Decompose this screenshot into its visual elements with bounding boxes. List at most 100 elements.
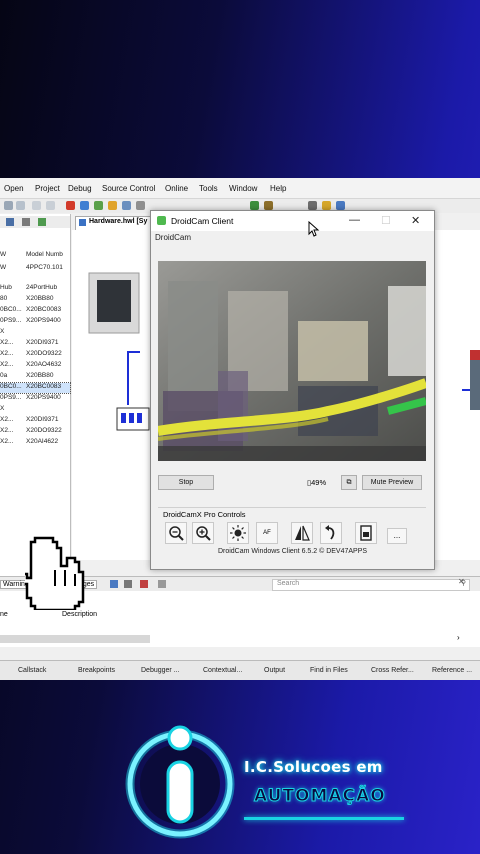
- maximize-button[interactable]: ☐: [381, 214, 391, 227]
- list-item[interactable]: 0BC0... X20BC0083: [0, 306, 70, 316]
- close-button[interactable]: ✕: [411, 214, 420, 227]
- menu-online[interactable]: Online: [165, 184, 188, 193]
- delete-icon[interactable]: [66, 201, 75, 210]
- list-item[interactable]: 0PS9... X20PS9400: [0, 317, 70, 327]
- menu-debug[interactable]: Debug: [68, 184, 92, 193]
- tab-contextual[interactable]: Contextual...: [203, 667, 242, 674]
- toolbar-icon[interactable]: [124, 580, 132, 588]
- menu-open[interactable]: Open: [4, 184, 24, 193]
- undo-icon[interactable]: [32, 201, 41, 210]
- toolbar-icon[interactable]: [80, 201, 89, 210]
- video-preview: [158, 261, 426, 461]
- menu-window[interactable]: Window: [229, 184, 257, 193]
- list-item[interactable]: X: [0, 405, 70, 415]
- tab-cross-reference[interactable]: Cross Refer...: [371, 667, 414, 674]
- toolbar-icon[interactable]: [22, 218, 30, 226]
- mirror-icon: [295, 525, 310, 541]
- droidcam-window: DroidCam Client — ☐ ✕ DroidCam Stop ▯49%…: [150, 210, 435, 570]
- menu-help[interactable]: Help: [270, 184, 286, 193]
- horizontal-scrollbar[interactable]: [0, 635, 150, 643]
- list-item[interactable]: 80 X20BB80: [0, 295, 70, 305]
- close-icon[interactable]: ✕: [458, 577, 465, 586]
- toolbar-icon[interactable]: [16, 201, 25, 210]
- pro-controls-label: DroidCamX Pro Controls: [163, 510, 246, 519]
- toolbar-icon[interactable]: [136, 201, 145, 210]
- save-image-button[interactable]: [355, 522, 377, 544]
- search-input[interactable]: Search ⚲: [272, 579, 470, 591]
- toolbar-icon[interactable]: [322, 201, 331, 210]
- zoom-out-button[interactable]: [165, 522, 187, 544]
- list-item[interactable]: X2... X20AI4622: [0, 438, 70, 448]
- clear-icon[interactable]: [140, 580, 148, 588]
- toolbar-icon[interactable]: [110, 580, 118, 588]
- menu-tools[interactable]: Tools: [199, 184, 218, 193]
- toolbar-icon[interactable]: [336, 201, 345, 210]
- toolbar-icon[interactable]: [158, 580, 166, 588]
- droidcam-app-icon: [157, 216, 166, 225]
- device-led: [470, 350, 480, 360]
- logo-text-line1: I.C.Solucoes em: [244, 758, 383, 776]
- mirror-button[interactable]: [291, 522, 313, 544]
- tab-callstack[interactable]: Callstack: [18, 667, 46, 674]
- rotate-button[interactable]: [320, 522, 342, 544]
- pro-controls-group: DroidCamX Pro Controls AF ...: [158, 507, 426, 548]
- footer-text: DroidCam Windows Client 6.5.2 © DEV47APP…: [217, 548, 368, 555]
- menu-bar: Open Project Debug Source Control Online…: [0, 178, 480, 199]
- tab-breakpoints[interactable]: Breakpoints: [78, 667, 115, 674]
- tab-find-in-files[interactable]: Find in Files: [310, 667, 348, 674]
- column-description: Description: [62, 611, 98, 618]
- toolbar-icon[interactable]: [122, 201, 131, 210]
- more-options-button[interactable]: ...: [387, 528, 407, 544]
- file-icon: [360, 525, 372, 541]
- logo-underline: [244, 817, 404, 820]
- menu-source-control[interactable]: Source Control: [102, 184, 155, 193]
- scroll-right-icon[interactable]: ›: [457, 633, 460, 642]
- toolbar-icon[interactable]: [4, 201, 13, 210]
- zoom-in-icon: [196, 526, 211, 541]
- list-item[interactable]: X2... X20DI9371: [0, 339, 70, 349]
- list-item[interactable]: 0PS9... X20PS9400: [0, 394, 70, 404]
- rotate-icon: [325, 525, 335, 540]
- flash-button[interactable]: [227, 522, 249, 544]
- hand-pointer-icon: [25, 536, 85, 610]
- stop-button[interactable]: Stop: [158, 475, 214, 490]
- zoom-out-icon: [169, 526, 184, 541]
- tab-hardware[interactable]: Hardware.hwl [Sy: [75, 216, 157, 231]
- tab-output[interactable]: Output: [264, 667, 285, 674]
- company-logo: [125, 725, 235, 839]
- zoom-in-button[interactable]: [192, 522, 214, 544]
- mouse-pointer-icon: [308, 221, 320, 237]
- autofocus-button[interactable]: AF: [256, 522, 278, 544]
- list-item[interactable]: X2... X20DO9322: [0, 427, 70, 437]
- panel-pc-screen: [97, 280, 131, 322]
- toolbar-icon[interactable]: [38, 218, 46, 226]
- list-item[interactable]: X2... X20DO9322: [0, 350, 70, 360]
- pane-toolbar: [0, 216, 70, 228]
- list-item[interactable]: X2... X20DI9371: [0, 416, 70, 426]
- minimize-button[interactable]: —: [349, 214, 360, 226]
- tool-windows-bar: Callstack Breakpoints Debugger ... Conte…: [0, 660, 480, 680]
- list-item[interactable]: Hub 24PortHub: [0, 284, 70, 294]
- list-item[interactable]: X2... X20AO4632: [0, 361, 70, 371]
- list-item-selected[interactable]: 0BC0... X20BC0083: [0, 382, 71, 394]
- mute-preview-button[interactable]: Mute Preview: [362, 475, 422, 490]
- list-item[interactable]: 0a X20BB80: [0, 372, 70, 382]
- toolbar-icon[interactable]: [264, 201, 273, 210]
- redo-icon[interactable]: [46, 201, 55, 210]
- droidcam-subtitle: DroidCam: [155, 233, 192, 242]
- list-item[interactable]: X: [0, 328, 70, 338]
- toolbar-icon[interactable]: [108, 201, 117, 210]
- screenshot-button[interactable]: ⧉: [341, 475, 357, 490]
- toolbar-icon[interactable]: [6, 218, 14, 226]
- battery-indicator: ▯49%: [307, 478, 327, 487]
- toolbar-icon[interactable]: [94, 201, 103, 210]
- gear-icon[interactable]: [308, 201, 317, 210]
- connection-line: [127, 351, 140, 405]
- camera-feed-image: [158, 261, 426, 461]
- tab-reference[interactable]: Reference ...: [432, 667, 472, 674]
- logo-text-line2: AUTOMAÇÃO: [254, 786, 386, 807]
- tab-debugger[interactable]: Debugger ...: [141, 667, 180, 674]
- menu-project[interactable]: Project: [35, 184, 60, 193]
- toolbar-icon[interactable]: [250, 201, 259, 210]
- list-item[interactable]: W 4PPC70.101: [0, 264, 70, 274]
